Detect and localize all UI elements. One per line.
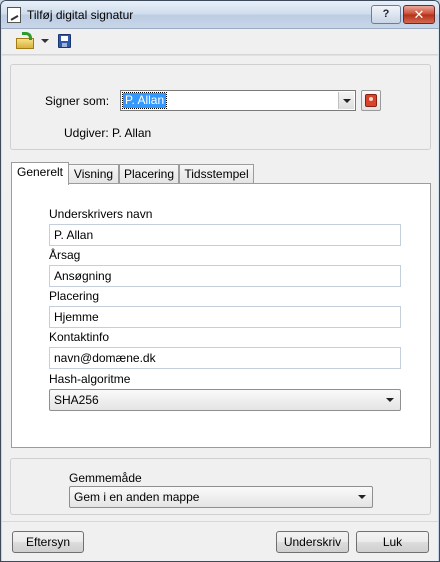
window-title: Tilføj digital signatur <box>27 8 134 22</box>
signer-name-label: Underskrivers navn <box>49 207 153 221</box>
toolbar <box>2 29 438 55</box>
save-mode-label: Gemmemåde <box>69 471 142 485</box>
floppy-save-icon[interactable] <box>58 34 71 48</box>
save-mode-value: Gem i en anden mappe <box>74 490 200 504</box>
close-window-button[interactable]: ✕ <box>403 5 435 24</box>
signer-label: Signer som: <box>45 94 110 108</box>
hash-algorithm-label: Hash-algoritme <box>49 372 131 386</box>
tab-generelt[interactable]: Generelt <box>11 162 69 185</box>
signer-name-field[interactable]: P. Allan <box>49 224 401 246</box>
hash-algorithm-value: SHA256 <box>54 393 99 407</box>
certificate-button[interactable] <box>361 90 381 111</box>
divider <box>2 521 438 522</box>
signer-dropdown-button[interactable] <box>338 92 354 109</box>
close-button[interactable]: Luk <box>356 531 429 553</box>
reason-field[interactable]: Ansøgning <box>49 265 401 287</box>
sign-button[interactable]: Underskriv <box>276 531 349 553</box>
preview-button[interactable]: Eftersyn <box>12 531 84 553</box>
chevron-down-icon <box>343 99 351 103</box>
tab-tidsstempel[interactable]: Tidsstempel <box>179 164 254 184</box>
signer-select[interactable]: P. Allan <box>120 90 356 111</box>
document-signature-icon <box>7 7 21 23</box>
chevron-down-icon[interactable] <box>41 39 49 43</box>
signer-selected-value: P. Allan <box>121 92 168 109</box>
contact-label: Kontaktinfo <box>49 330 110 344</box>
signer-group: Signer som: P. Allan Udgiver: P. Allan <box>10 64 431 150</box>
hash-algorithm-select[interactable]: SHA256 <box>49 389 401 411</box>
folder-open-icon[interactable] <box>16 32 36 50</box>
tab-visning[interactable]: Visning <box>68 164 119 184</box>
location-label: Placering <box>49 289 100 303</box>
chevron-down-icon <box>386 398 394 402</box>
publisher-label: Udgiver: P. Allan <box>64 126 152 140</box>
dialog-window: Tilføj digital signatur ? ✕ Signer som: … <box>0 0 440 562</box>
save-mode-select[interactable]: Gem i en anden mappe <box>69 486 373 508</box>
location-field[interactable]: Hjemme <box>49 306 401 328</box>
help-button[interactable]: ? <box>371 5 401 24</box>
title-bar: Tilføj digital signatur ? ✕ <box>1 1 439 29</box>
chevron-down-icon <box>358 495 366 499</box>
reason-label: Årsag <box>49 248 81 262</box>
contact-field[interactable]: navn@domæne.dk <box>49 347 401 369</box>
tab-placering[interactable]: Placering <box>119 164 179 184</box>
general-tab-panel: Underskrivers navn P. Allan Årsag Ansøgn… <box>11 183 431 448</box>
save-mode-group: Gemmemåde Gem i en anden mappe <box>10 458 431 515</box>
certificate-icon <box>365 94 377 107</box>
dialog-content: Signer som: P. Allan Udgiver: P. Allan G… <box>2 56 438 561</box>
